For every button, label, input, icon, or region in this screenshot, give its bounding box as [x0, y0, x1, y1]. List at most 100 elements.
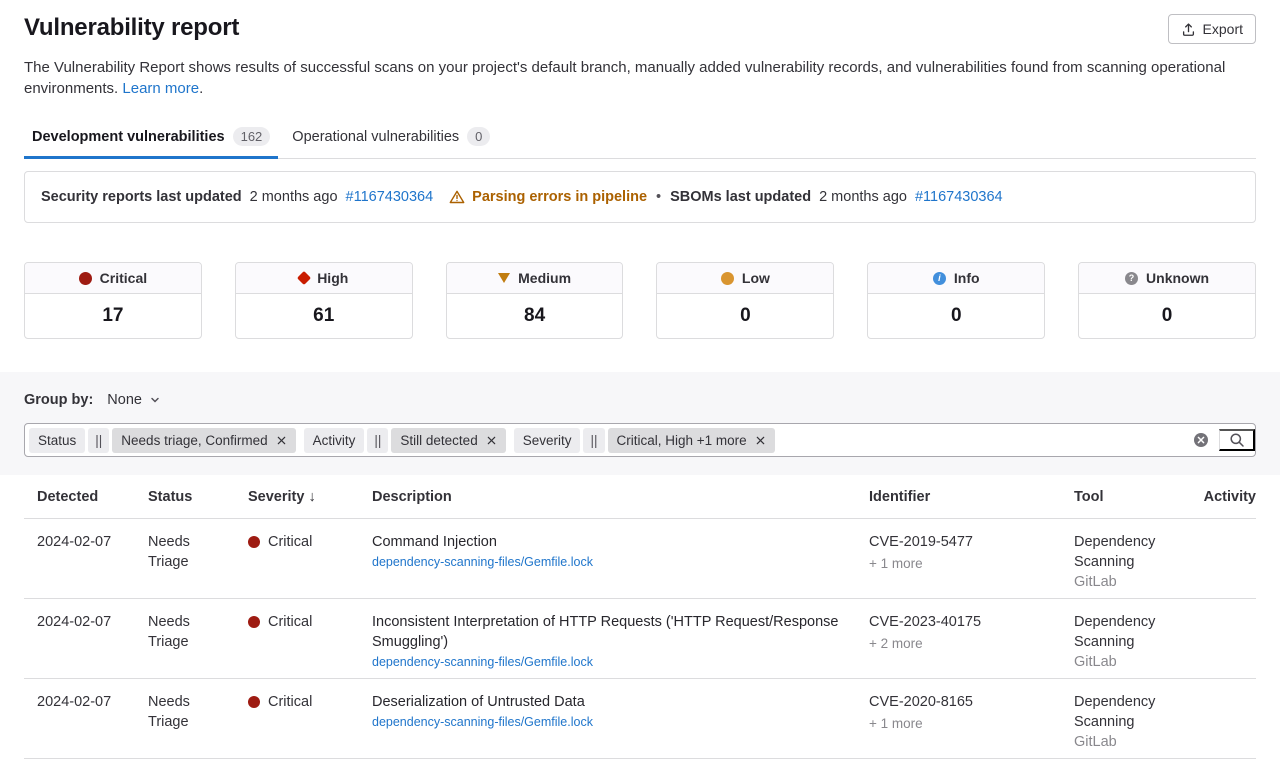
- vulnerability-location-link[interactable]: dependency-scanning-files/Gemfile.lock: [372, 654, 869, 671]
- learn-more-link[interactable]: Learn more: [122, 80, 199, 97]
- tool-name: Dependency Scanning: [1074, 692, 1170, 732]
- description-cell: Inconsistent Interpretation of HTTP Requ…: [372, 612, 869, 671]
- card-label: Low: [742, 270, 770, 286]
- search-button[interactable]: [1219, 429, 1255, 451]
- vulnerability-location-link[interactable]: dependency-scanning-files/Gemfile.lock: [372, 714, 869, 731]
- group-by-value: None: [107, 392, 142, 408]
- token-operator[interactable]: ||: [583, 428, 604, 453]
- card-label: Medium: [518, 270, 571, 286]
- search-icon: [1229, 432, 1245, 448]
- column-header-description[interactable]: Description: [372, 489, 869, 505]
- vulnerability-table: Detected Status Severity↓ Description Id…: [0, 475, 1280, 759]
- column-header-status[interactable]: Status: [148, 489, 248, 505]
- detected-cell: 2024-02-07: [37, 532, 148, 552]
- severity-critical-icon: [248, 696, 260, 708]
- table-row[interactable]: 2024-02-07 Needs Triage Critical Deseria…: [24, 679, 1256, 759]
- vulnerability-title-link[interactable]: Command Injection: [372, 534, 497, 550]
- table-row[interactable]: 2024-02-07 Needs Triage Critical Command…: [24, 519, 1256, 599]
- security-reports-label: Security reports last updated: [41, 189, 242, 205]
- token-name[interactable]: Severity: [514, 428, 581, 453]
- clear-icon: [1193, 432, 1209, 448]
- sort-descending-icon: ↓: [308, 489, 315, 505]
- identifier-primary: CVE-2023-40175: [869, 612, 1074, 632]
- severity-summary: Critical 17 High 61 Medium 84: [24, 262, 1256, 339]
- security-reports-pipeline-link[interactable]: #1167430364: [346, 189, 434, 205]
- severity-critical-icon: [79, 272, 92, 285]
- severity-cell: Critical: [248, 532, 372, 552]
- identifier-primary: CVE-2019-5477: [869, 532, 1074, 552]
- tab-development-vulnerabilities[interactable]: Development vulnerabilities 162: [24, 116, 278, 158]
- vulnerability-title-link[interactable]: Deserialization of Untrusted Data: [372, 694, 585, 710]
- card-header: Critical: [25, 263, 201, 294]
- group-by-dropdown[interactable]: None: [107, 392, 161, 408]
- identifier-cell: CVE-2019-5477 + 1 more: [869, 532, 1074, 574]
- severity-card-high[interactable]: High 61: [235, 262, 413, 339]
- column-header-detected[interactable]: Detected: [37, 489, 148, 505]
- tool-name: Dependency Scanning: [1074, 532, 1170, 572]
- card-header: Low: [657, 263, 833, 294]
- card-count: 84: [447, 294, 623, 338]
- filter-token-activity: Activity || Still detected: [304, 428, 506, 453]
- chevron-down-icon: [149, 394, 161, 406]
- tool-vendor: GitLab: [1074, 652, 1192, 672]
- token-name[interactable]: Status: [29, 428, 85, 453]
- token-value[interactable]: Critical, High +1 more: [608, 428, 775, 453]
- status-cell: Needs Triage: [148, 532, 212, 572]
- export-icon: [1181, 22, 1196, 37]
- card-label: High: [317, 270, 348, 286]
- vulnerability-title-link[interactable]: Inconsistent Interpretation of HTTP Requ…: [372, 614, 838, 650]
- token-name[interactable]: Activity: [304, 428, 365, 453]
- severity-critical-icon: [248, 616, 260, 628]
- card-header: High: [236, 263, 412, 294]
- severity-cell: Critical: [248, 612, 372, 632]
- card-label: Unknown: [1146, 270, 1209, 286]
- card-header: Info: [868, 263, 1044, 294]
- tab-operational-vulnerabilities[interactable]: Operational vulnerabilities 0: [284, 116, 498, 158]
- card-label: Info: [954, 270, 980, 286]
- parsing-errors-warning[interactable]: Parsing errors in pipeline: [449, 189, 647, 205]
- remove-token-icon[interactable]: [486, 435, 497, 446]
- parsing-errors-label: Parsing errors in pipeline: [472, 189, 647, 205]
- severity-card-medium[interactable]: Medium 84: [446, 262, 624, 339]
- column-header-severity[interactable]: Severity↓: [248, 489, 372, 505]
- page-header: Vulnerability report Export: [24, 0, 1256, 44]
- tool-cell: Dependency Scanning GitLab: [1074, 532, 1192, 592]
- table-row[interactable]: 2024-02-07 Needs Triage Critical Inconsi…: [24, 599, 1256, 679]
- tool-vendor: GitLab: [1074, 572, 1192, 592]
- vulnerability-location-link[interactable]: dependency-scanning-files/Gemfile.lock: [372, 554, 869, 571]
- sboms-time: 2 months ago: [819, 189, 907, 205]
- column-header-label: Severity: [248, 489, 304, 505]
- severity-card-critical[interactable]: Critical 17: [24, 262, 202, 339]
- token-operator[interactable]: ||: [88, 428, 109, 453]
- column-header-identifier[interactable]: Identifier: [869, 489, 1074, 505]
- token-operator[interactable]: ||: [367, 428, 388, 453]
- column-header-activity[interactable]: Activity: [1192, 489, 1256, 505]
- report-tabs: Development vulnerabilities 162 Operatio…: [24, 116, 1256, 159]
- vulnerability-report-page: Vulnerability report Export The Vulnerab…: [0, 0, 1280, 759]
- clear-filters-button[interactable]: [1183, 432, 1219, 448]
- severity-unknown-icon: [1125, 272, 1138, 285]
- severity-card-low[interactable]: Low 0: [656, 262, 834, 339]
- card-count: 61: [236, 294, 412, 338]
- severity-card-unknown[interactable]: Unknown 0: [1078, 262, 1256, 339]
- tool-name: Dependency Scanning: [1074, 612, 1170, 652]
- sboms-pipeline-link[interactable]: #1167430364: [915, 189, 1003, 205]
- tab-count-badge: 162: [233, 127, 271, 146]
- tool-cell: Dependency Scanning GitLab: [1074, 612, 1192, 672]
- group-by-row: Group by: None: [24, 392, 1256, 408]
- page-description: The Vulnerability Report shows results o…: [24, 57, 1256, 99]
- column-header-tool[interactable]: Tool: [1074, 489, 1192, 505]
- export-button[interactable]: Export: [1168, 14, 1256, 44]
- severity-card-info[interactable]: Info 0: [867, 262, 1045, 339]
- detected-cell: 2024-02-07: [37, 692, 148, 712]
- token-value[interactable]: Still detected: [391, 428, 505, 453]
- severity-medium-icon: [498, 273, 510, 283]
- card-count: 0: [1079, 294, 1255, 338]
- remove-token-icon[interactable]: [755, 435, 766, 446]
- token-value-label: Still detected: [400, 432, 477, 449]
- filtered-search-bar[interactable]: Status || Needs triage, Confirmed Activi…: [24, 423, 1256, 457]
- filter-bar-actions: [1183, 424, 1255, 456]
- tab-label: Operational vulnerabilities: [292, 129, 459, 145]
- remove-token-icon[interactable]: [276, 435, 287, 446]
- token-value[interactable]: Needs triage, Confirmed: [112, 428, 295, 453]
